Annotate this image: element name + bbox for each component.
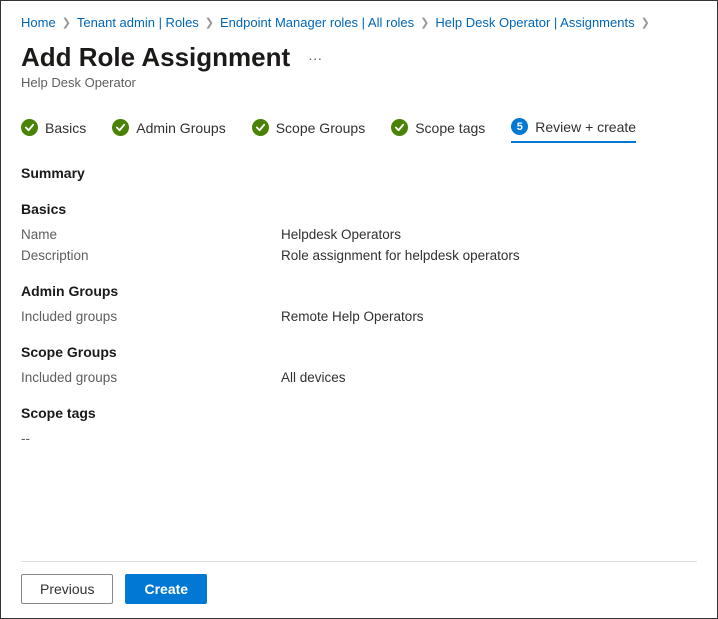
title-row: Add Role Assignment ··· bbox=[21, 42, 697, 73]
chevron-right-icon: ❯ bbox=[641, 16, 650, 29]
page-root: Home ❯ Tenant admin | Roles ❯ Endpoint M… bbox=[0, 0, 718, 619]
chevron-right-icon: ❯ bbox=[420, 16, 429, 29]
summary-content: Summary Basics Name Helpdesk Operators D… bbox=[21, 163, 697, 561]
step-number-icon: 5 bbox=[511, 118, 528, 135]
breadcrumb-link-home[interactable]: Home bbox=[21, 15, 56, 30]
value-name: Helpdesk Operators bbox=[281, 227, 401, 242]
breadcrumb-link-assignments[interactable]: Help Desk Operator | Assignments bbox=[435, 15, 634, 30]
section-basics-title: Basics bbox=[21, 201, 697, 217]
create-button[interactable]: Create bbox=[125, 574, 207, 604]
tab-scope-tags[interactable]: Scope tags bbox=[391, 118, 485, 143]
check-icon bbox=[112, 119, 129, 136]
label-name: Name bbox=[21, 227, 281, 242]
chevron-right-icon: ❯ bbox=[62, 16, 71, 29]
page-subtitle: Help Desk Operator bbox=[21, 75, 697, 90]
previous-button[interactable]: Previous bbox=[21, 574, 113, 604]
tab-label: Scope tags bbox=[415, 120, 485, 136]
tab-scope-groups[interactable]: Scope Groups bbox=[252, 118, 366, 143]
tab-label: Admin Groups bbox=[136, 120, 225, 136]
footer-actions: Previous Create bbox=[21, 561, 697, 604]
chevron-right-icon: ❯ bbox=[205, 16, 214, 29]
row-description: Description Role assignment for helpdesk… bbox=[21, 248, 697, 263]
row-admin-included: Included groups Remote Help Operators bbox=[21, 309, 697, 324]
value-scope-tags: -- bbox=[21, 431, 281, 446]
tab-label: Review + create bbox=[535, 119, 636, 135]
breadcrumb: Home ❯ Tenant admin | Roles ❯ Endpoint M… bbox=[21, 15, 697, 30]
check-icon bbox=[21, 119, 38, 136]
tab-label: Basics bbox=[45, 120, 86, 136]
tab-basics[interactable]: Basics bbox=[21, 118, 86, 143]
breadcrumb-link-endpoint-roles[interactable]: Endpoint Manager roles | All roles bbox=[220, 15, 414, 30]
check-icon bbox=[391, 119, 408, 136]
tab-review-create[interactable]: 5 Review + create bbox=[511, 118, 636, 143]
page-title: Add Role Assignment bbox=[21, 42, 290, 73]
row-scope-tags: -- bbox=[21, 431, 697, 446]
section-admin-groups-title: Admin Groups bbox=[21, 283, 697, 299]
value-scope-included: All devices bbox=[281, 370, 346, 385]
breadcrumb-link-tenant-admin[interactable]: Tenant admin | Roles bbox=[77, 15, 199, 30]
section-scope-groups-title: Scope Groups bbox=[21, 344, 697, 360]
tab-admin-groups[interactable]: Admin Groups bbox=[112, 118, 225, 143]
row-scope-included: Included groups All devices bbox=[21, 370, 697, 385]
label-scope-included: Included groups bbox=[21, 370, 281, 385]
label-description: Description bbox=[21, 248, 281, 263]
check-icon bbox=[252, 119, 269, 136]
wizard-tabs: Basics Admin Groups Scope Groups Scope t… bbox=[21, 118, 697, 143]
section-scope-tags-title: Scope tags bbox=[21, 405, 697, 421]
value-admin-included: Remote Help Operators bbox=[281, 309, 424, 324]
row-name: Name Helpdesk Operators bbox=[21, 227, 697, 242]
value-description: Role assignment for helpdesk operators bbox=[281, 248, 520, 263]
tab-label: Scope Groups bbox=[276, 120, 366, 136]
label-admin-included: Included groups bbox=[21, 309, 281, 324]
more-actions-button[interactable]: ··· bbox=[304, 48, 326, 68]
summary-heading: Summary bbox=[21, 165, 697, 181]
